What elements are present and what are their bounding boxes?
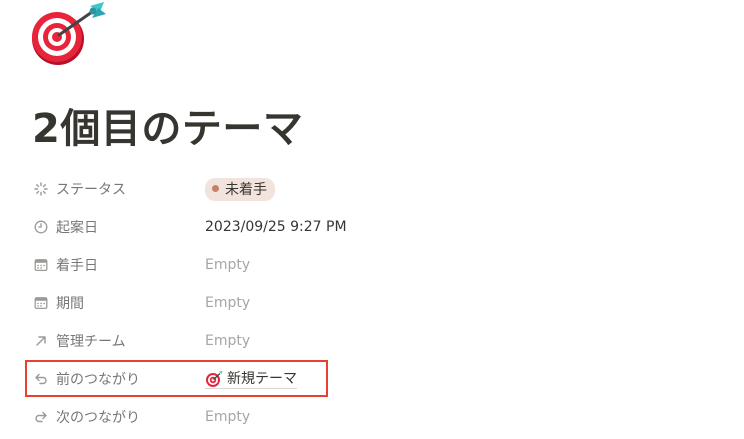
- status-spinner-icon: [33, 181, 49, 197]
- status-label: 未着手: [225, 181, 267, 198]
- property-label: 次のつながり: [56, 410, 140, 426]
- page-title[interactable]: 2個目のテーマ: [32, 102, 303, 156]
- calendar-icon: [33, 295, 49, 311]
- property-value-period[interactable]: Empty: [205, 295, 250, 311]
- property-value-created-date[interactable]: 2023/09/25 9:27 PM: [205, 219, 347, 235]
- property-value-previous-connection[interactable]: 新規テーマ: [205, 370, 297, 389]
- property-row-next-connection[interactable]: 次のつながり Empty: [30, 398, 730, 436]
- property-row-created-date[interactable]: 起案日 2023/09/25 9:27 PM: [30, 208, 730, 246]
- property-list: ステータス 未着手 起案日 2023/09/25 9:27 PM 着手日 Emp…: [30, 170, 730, 436]
- page-icon-dart-target[interactable]: [30, 0, 112, 70]
- relation-label: 新規テーマ: [227, 370, 297, 387]
- relation-link-new-theme[interactable]: 新規テーマ: [205, 370, 297, 389]
- property-name-managing-team[interactable]: 管理チーム: [30, 331, 205, 351]
- property-name-status[interactable]: ステータス: [30, 179, 205, 199]
- status-dot: [212, 185, 219, 192]
- property-row-previous-connection[interactable]: 前のつながり 新規テーマ: [30, 360, 730, 398]
- property-value-managing-team[interactable]: Empty: [205, 333, 250, 349]
- relation-forward-icon: [33, 409, 49, 425]
- property-value-next-connection[interactable]: Empty: [205, 409, 250, 425]
- dart-target-icon: [32, 2, 106, 65]
- property-name-previous-connection[interactable]: 前のつながり: [30, 369, 205, 389]
- property-value-status[interactable]: 未着手: [205, 177, 275, 201]
- calendar-icon: [33, 257, 49, 273]
- property-row-period[interactable]: 期間 Empty: [30, 284, 730, 322]
- dart-target-icon: [206, 370, 223, 387]
- property-label: ステータス: [56, 182, 126, 198]
- property-label: 着手日: [56, 258, 98, 274]
- property-value-start-date[interactable]: Empty: [205, 257, 250, 273]
- property-label: 起案日: [56, 220, 98, 236]
- property-row-start-date[interactable]: 着手日 Empty: [30, 246, 730, 284]
- relation-back-icon: [33, 371, 49, 387]
- property-name-period[interactable]: 期間: [30, 293, 205, 313]
- property-name-created-date[interactable]: 起案日: [30, 217, 205, 237]
- property-row-managing-team[interactable]: 管理チーム Empty: [30, 322, 730, 360]
- property-label: 前のつながり: [56, 372, 140, 388]
- arrow-up-right-icon: [33, 333, 49, 349]
- property-name-start-date[interactable]: 着手日: [30, 255, 205, 275]
- property-label: 管理チーム: [56, 334, 126, 350]
- property-label: 期間: [56, 296, 84, 312]
- property-name-next-connection[interactable]: 次のつながり: [30, 407, 205, 427]
- clock-icon: [33, 219, 49, 235]
- property-row-status[interactable]: ステータス 未着手: [30, 170, 730, 208]
- status-tag[interactable]: 未着手: [205, 177, 275, 201]
